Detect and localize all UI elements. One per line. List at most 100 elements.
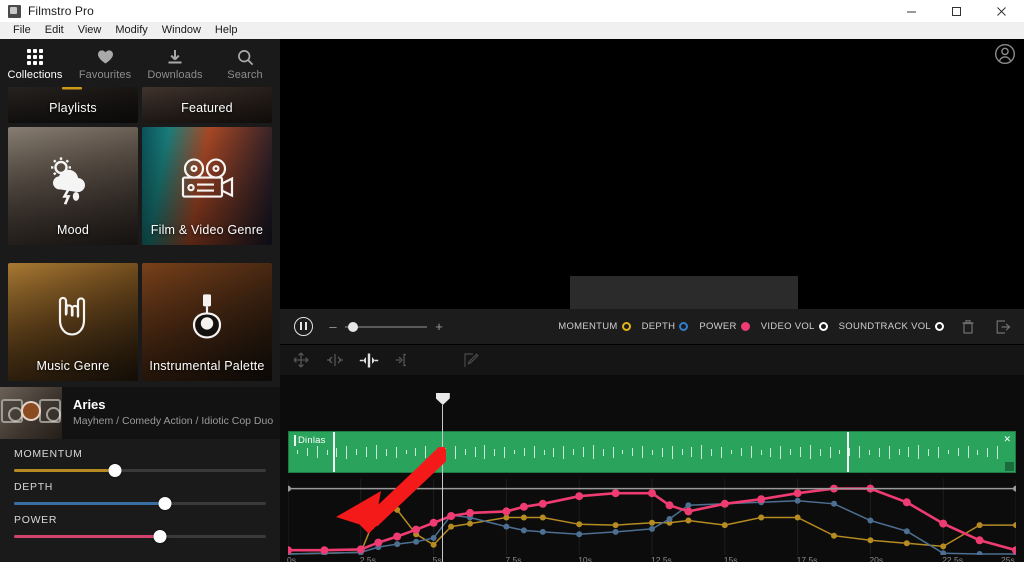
tile-instrumental-palette[interactable]: Instrumental Palette <box>142 263 272 381</box>
export-icon[interactable] <box>992 316 1014 338</box>
axis-tick: 12.5s <box>651 555 672 562</box>
nav-item-downloads[interactable]: Downloads <box>140 39 210 87</box>
slider-label-power: POWER <box>14 514 58 526</box>
tile-featured[interactable]: Featured <box>142 87 272 123</box>
playhead[interactable] <box>435 393 450 562</box>
transport-bar: – + MOMENTUM DEPTH POWER VIDEO VOL SOUND… <box>280 309 1024 345</box>
legend-dot-video-vol <box>818 322 828 331</box>
menu-help[interactable]: Help <box>208 22 245 39</box>
menu-view[interactable]: View <box>71 22 109 39</box>
selected-track[interactable]: Aries Mayhem / Comedy Action / Idiotic C… <box>0 387 280 439</box>
delete-icon[interactable] <box>957 316 979 338</box>
track-subtitle: Mayhem / Comedy Action / Idiotic Cop Duo <box>73 415 274 427</box>
clip-resize-handle[interactable] <box>1005 462 1014 471</box>
axis-tick: 25s <box>1001 555 1015 562</box>
minimize-button[interactable] <box>889 0 934 22</box>
axis-tick: 10s <box>578 555 592 562</box>
guitar-piano-icon <box>142 292 272 343</box>
axis-tick: 22.5s <box>942 555 963 562</box>
nav-label-downloads: Downloads <box>147 69 203 81</box>
video-clip-placeholder <box>570 276 798 309</box>
playlist-icon <box>8 87 138 97</box>
legend-label-video-vol: VIDEO VOL <box>760 321 815 332</box>
rock-hand-icon <box>8 292 138 343</box>
menu-bar: File Edit View Modify Window Help <box>0 22 1024 39</box>
axis-tick: 2.5s <box>359 555 376 562</box>
slider-knob[interactable] <box>153 530 167 543</box>
legend-dot-power <box>740 322 750 331</box>
move-tool[interactable] <box>290 350 312 370</box>
legend-item-momentum[interactable]: MOMENTUM <box>558 321 631 332</box>
trim-both-tool[interactable] <box>324 350 346 370</box>
window-title-bar: Filmstro Pro <box>0 0 1024 22</box>
pause-button[interactable] <box>294 317 313 336</box>
tile-label-film-video-genre: Film & Video Genre <box>150 223 264 237</box>
nav-item-collections[interactable]: Collections <box>0 39 70 87</box>
nav-item-search[interactable]: Search <box>210 39 280 87</box>
playhead-handle[interactable] <box>435 393 450 405</box>
left-sidebar: Collections Favourites Downloads Search … <box>0 39 280 562</box>
slider-depth[interactable] <box>14 497 266 510</box>
nav-label-search: Search <box>227 69 263 81</box>
tile-playlists[interactable]: Playlists <box>8 87 138 123</box>
slider-momentum[interactable] <box>14 464 266 477</box>
zoom-control: – + <box>327 319 445 334</box>
slider-row-power: POWER <box>0 505 280 543</box>
edit-toolbar <box>280 345 1024 375</box>
clip-marker <box>847 432 849 472</box>
audio-clip[interactable]: Dinlas ✕ <box>288 431 1016 473</box>
axis-tick: 7.5s <box>505 555 522 562</box>
zoom-in-button[interactable]: + <box>433 319 445 334</box>
split-tool[interactable] <box>358 350 380 370</box>
legend-item-video-vol[interactable]: VIDEO VOL <box>761 321 828 332</box>
trim-right-tool[interactable] <box>392 350 414 370</box>
weather-cloud-icon <box>8 156 138 207</box>
axis-tick: 15s <box>723 555 738 562</box>
app-icon <box>8 4 21 18</box>
window-controls <box>889 0 1024 22</box>
search-icon <box>237 48 254 66</box>
legend-dot-soundtrack-vol <box>935 322 944 331</box>
menu-edit[interactable]: Edit <box>38 22 71 39</box>
menu-modify[interactable]: Modify <box>108 22 154 39</box>
slider-label-depth: DEPTH <box>14 481 54 493</box>
legend-item-power[interactable]: POWER <box>699 321 750 332</box>
tile-label-instrumental-palette: Instrumental Palette <box>149 359 265 373</box>
automation-graph[interactable] <box>288 479 1016 555</box>
slider-knob[interactable] <box>108 464 122 477</box>
slider-row-depth: DEPTH <box>0 472 280 510</box>
tile-label-mood: Mood <box>56 223 90 237</box>
maximize-button[interactable] <box>934 0 979 22</box>
instrument-sliders: MOMENTUM DEPTH POWER <box>0 439 280 543</box>
main-area: Collections Favourites Downloads Search … <box>0 39 1024 562</box>
zoom-out-button[interactable]: – <box>327 319 339 334</box>
zoom-slider[interactable] <box>345 321 427 332</box>
legend-label-soundtrack-vol: SOUNDTRACK VOL <box>838 321 931 332</box>
collection-tiles: Playlists Featured Mood Film & Video Gen… <box>0 87 280 387</box>
nav-item-favourites[interactable]: Favourites <box>70 39 140 87</box>
clip-close-icon[interactable]: ✕ <box>1003 434 1011 445</box>
menu-window[interactable]: Window <box>155 22 208 39</box>
tile-film-video-genre[interactable]: Film & Video Genre <box>142 127 272 245</box>
axis-tick: 5s <box>432 555 442 562</box>
menu-file[interactable]: File <box>6 22 38 39</box>
slider-power[interactable] <box>14 530 266 543</box>
close-button[interactable] <box>979 0 1024 22</box>
legend-dot-momentum <box>621 322 631 331</box>
slider-knob[interactable] <box>158 497 172 510</box>
legend-dot-depth <box>679 322 689 331</box>
timeline[interactable]: Dinlas ✕ 0s 2.5s 5s 7.5s 10s 12.5s 15s 17.5s 20s… <box>280 375 1024 562</box>
legend-item-depth[interactable]: DEPTH <box>642 321 689 332</box>
movie-camera-icon <box>142 158 272 207</box>
tile-music-genre[interactable]: Music Genre <box>8 263 138 381</box>
legend-label-power: POWER <box>699 321 737 332</box>
tile-mood[interactable]: Mood <box>8 127 138 245</box>
account-icon[interactable] <box>994 43 1016 65</box>
heart-icon <box>97 48 114 66</box>
track-meta: Aries Mayhem / Comedy Action / Idiotic C… <box>62 397 273 429</box>
axis-tick: 17.5s <box>796 555 818 562</box>
video-preview[interactable] <box>280 39 1024 309</box>
pencil-tool[interactable] <box>460 350 482 370</box>
zoom-slider-knob[interactable] <box>348 321 359 332</box>
legend-item-soundtrack-vol[interactable]: SOUNDTRACK VOL <box>839 321 944 332</box>
